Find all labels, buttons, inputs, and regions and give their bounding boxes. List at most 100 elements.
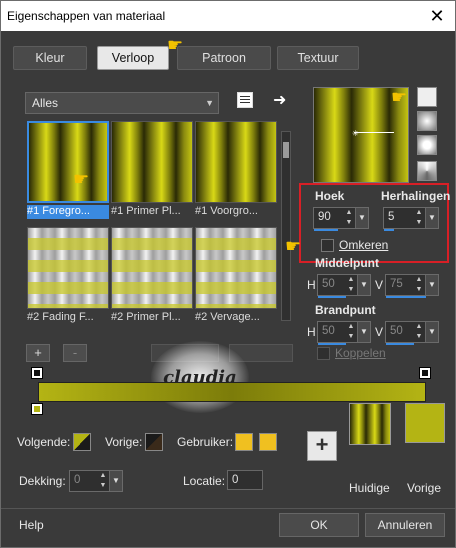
link-label: Koppelen [335, 346, 386, 360]
gradient-editor-bar[interactable] [38, 382, 426, 402]
gradient-library-icon[interactable] [237, 92, 253, 108]
arrow-right-icon[interactable]: ➜ [273, 90, 286, 110]
remove-gradient-button[interactable]: - [63, 344, 87, 362]
opacity-marker-right[interactable] [419, 367, 431, 379]
gradient-swatch [27, 227, 109, 309]
invert-checkbox[interactable] [321, 239, 334, 252]
spin-arrows-icon[interactable]: ▲ ▼ [414, 322, 424, 342]
gradient-item-label: #2 Primer Pl... [111, 311, 181, 323]
center-h-spinner[interactable]: 50 ▲ ▼ ▼ [317, 274, 371, 298]
repeats-label: Herhalingen [381, 189, 451, 203]
center-h-level-bar [318, 296, 346, 298]
tab-verloop[interactable]: Verloop [97, 46, 169, 70]
center-handle-icon[interactable]: ✳ [352, 129, 359, 138]
location-label: Locatie: [183, 474, 226, 488]
gradient-item[interactable]: #1 Voorgro... [195, 121, 277, 219]
spin-arrows-icon[interactable]: ▲ ▼ [346, 275, 356, 295]
focal-h-value: 50 [322, 325, 335, 337]
opacity-marker-left[interactable] [31, 367, 43, 379]
focal-v-spinner[interactable]: 50 ▲ ▼ ▼ [385, 321, 439, 345]
chevron-down-icon[interactable]: ▼ [357, 275, 370, 295]
gradient-swatch [111, 227, 193, 309]
prev-color-label: Vorige: [105, 435, 143, 449]
rectangular-style-button[interactable] [417, 111, 437, 131]
gradient-item[interactable]: #2 Primer Pl... [111, 227, 193, 325]
current-gradient-swatch[interactable] [349, 403, 391, 445]
center-h-value: 50 [322, 278, 335, 290]
gradient-item[interactable]: #1 Foregro... ☛ [27, 121, 109, 219]
gradient-item-label: #1 Foregro... [27, 205, 109, 219]
opacity-label: Dekking: [19, 474, 66, 488]
watermark-logo: claudia [151, 341, 249, 413]
chevron-down-icon[interactable]: ▼ [355, 208, 368, 228]
center-v-label: V [375, 278, 384, 292]
gradient-item[interactable]: #2 Vervage... [195, 227, 277, 325]
tab-kleur[interactable]: Kleur [13, 46, 87, 70]
center-h-label: H [307, 278, 316, 292]
gradient-list-scrollbar[interactable] [281, 131, 291, 321]
gradient-item[interactable]: #1 Primer Pl... [111, 121, 193, 219]
opacity-spinner[interactable]: 0 ▲ ▼ ▼ [69, 470, 123, 492]
chevron-down-icon[interactable]: ▼ [425, 208, 438, 228]
close-button[interactable]: ✕ [425, 5, 449, 27]
user-color-swatch-1[interactable] [235, 433, 253, 451]
center-v-value: 75 [390, 278, 403, 290]
scrollbar-thumb[interactable] [283, 142, 289, 158]
spin-arrows-icon[interactable]: ▲ ▼ [346, 322, 356, 342]
location-input[interactable]: 0 [227, 470, 263, 490]
add-gradient-button[interactable]: + [26, 344, 50, 362]
linear-style-button[interactable] [417, 87, 437, 107]
repeats-spinner[interactable]: 5 ▲ ▼ ▼ [383, 207, 439, 231]
focal-h-level-bar [318, 343, 346, 345]
focal-v-value: 50 [390, 325, 403, 337]
spin-arrows-icon[interactable]: ▲ ▼ [344, 208, 354, 228]
opacity-value: 0 [74, 474, 81, 486]
user-color-label: Gebruiker: [177, 435, 234, 449]
link-checkbox[interactable] [317, 347, 330, 360]
focal-h-spinner[interactable]: 50 ▲ ▼ ▼ [317, 321, 371, 345]
color-marker-left[interactable] [31, 403, 43, 415]
pointer-hand-icon: ☛ [73, 169, 90, 189]
gradient-swatch [195, 121, 277, 203]
gradient-item[interactable]: #2 Fading F... [27, 227, 109, 325]
spin-arrows-icon[interactable]: ▲ ▼ [98, 471, 108, 491]
material-properties-dialog: Eigenschappen van materiaal ✕ Kleur Verl… [0, 0, 456, 548]
radial-style-button[interactable] [417, 161, 437, 181]
gradient-item-label: #1 Primer Pl... [111, 205, 181, 217]
chevron-down-icon: ▼ [205, 98, 214, 108]
title-bar: Eigenschappen van materiaal ✕ [1, 1, 455, 31]
next-color-swatch[interactable] [73, 433, 91, 451]
gradient-filter-select[interactable]: Alles ▼ [25, 92, 219, 114]
invert-label: Omkeren [339, 238, 389, 252]
focal-v-level-bar [386, 343, 414, 345]
spin-arrows-icon[interactable]: ▲ ▼ [414, 208, 424, 228]
tab-textuur[interactable]: Textuur [277, 46, 359, 70]
gradient-swatch [111, 121, 193, 203]
user-color-swatch-2[interactable] [259, 433, 277, 451]
footer-separator [1, 508, 455, 509]
center-v-spinner[interactable]: 75 ▲ ▼ ▼ [385, 274, 439, 298]
add-color-button[interactable]: + [307, 431, 337, 461]
tab-patroon[interactable]: Patroon [177, 46, 271, 70]
pointer-hand-icon: ☛ [285, 236, 302, 256]
chevron-down-icon[interactable]: ▼ [109, 471, 122, 491]
sunburst-style-button[interactable] [417, 135, 437, 155]
angle-level-bar [314, 229, 338, 231]
angle-label: Hoek [315, 189, 345, 203]
gradient-swatch [195, 227, 277, 309]
repeats-level-bar [384, 229, 394, 231]
chevron-down-icon[interactable]: ▼ [425, 322, 438, 342]
center-point-label: Middelpunt [315, 256, 379, 270]
angle-value: 90 [318, 211, 331, 223]
chevron-down-icon[interactable]: ▼ [425, 275, 438, 295]
cancel-button[interactable]: Annuleren [365, 513, 445, 537]
gradient-swatch [27, 121, 109, 203]
pointer-hand-icon: ☛ [167, 35, 184, 55]
prev-color-swatch[interactable] [145, 433, 163, 451]
chevron-down-icon[interactable]: ▼ [357, 322, 370, 342]
spin-arrows-icon[interactable]: ▲ ▼ [414, 275, 424, 295]
ok-button[interactable]: OK [279, 513, 359, 537]
help-button[interactable]: Help [19, 518, 44, 532]
angle-spinner[interactable]: 90 ▲ ▼ ▼ [313, 207, 369, 231]
previous-gradient-swatch[interactable] [405, 403, 445, 443]
